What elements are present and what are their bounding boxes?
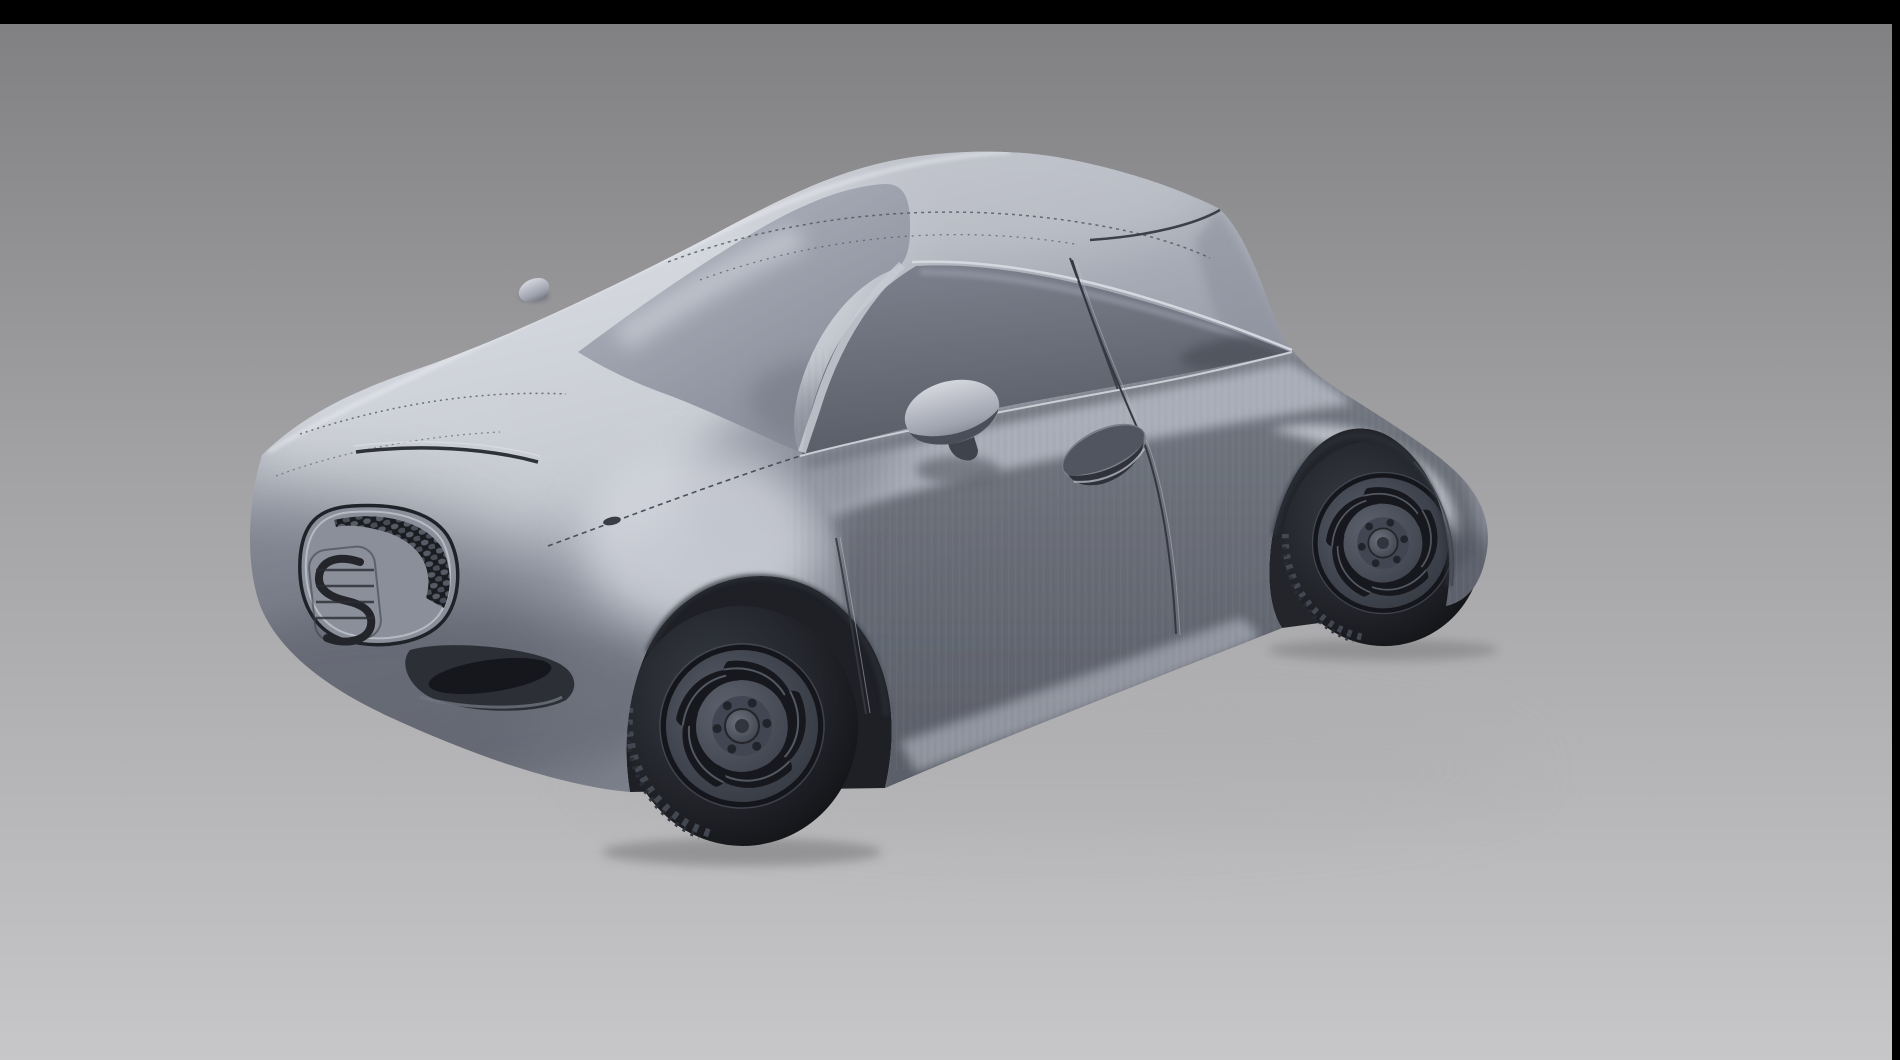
cad-viewport[interactable] [0,0,1900,1060]
screenshot-root [0,0,1900,1060]
front-grille [300,505,458,644]
letterbox-top-bar [0,0,1900,24]
mirror-shadow [916,456,1000,484]
letterbox-right-strip [1892,0,1900,1060]
